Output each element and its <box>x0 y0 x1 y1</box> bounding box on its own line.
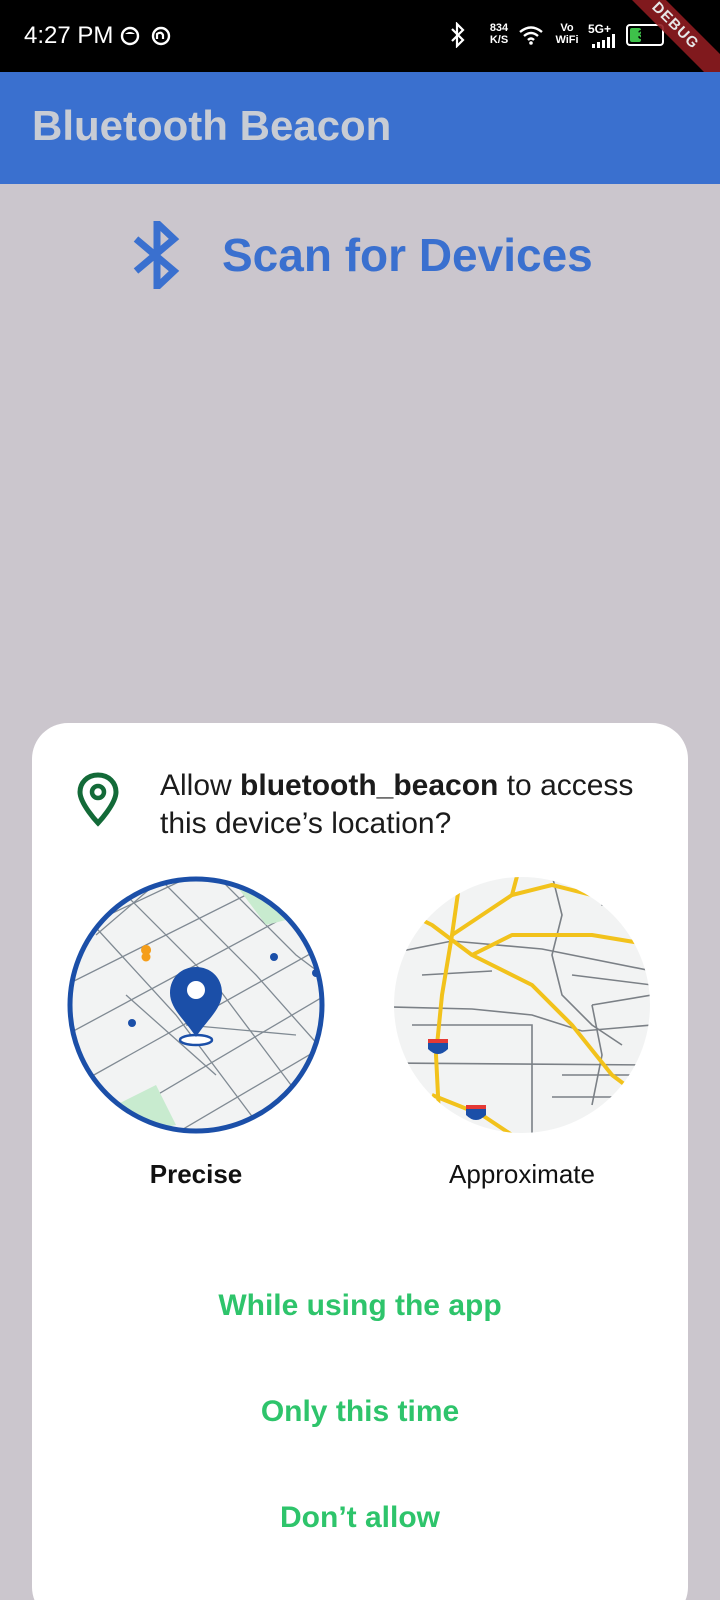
network-speed: 834 K/S <box>484 22 514 46</box>
signal-icon <box>592 34 615 48</box>
scan-for-devices-label: Scan for Devices <box>222 229 593 281</box>
dont-allow-button[interactable]: Don’t allow <box>32 1501 688 1535</box>
vowifi-wifi: WiFi <box>555 34 579 46</box>
while-using-app-button[interactable]: While using the app <box>32 1289 688 1323</box>
precise-location-map[interactable] <box>66 875 326 1135</box>
scan-for-devices-button[interactable]: Scan for Devices <box>130 220 600 290</box>
location-pin-icon <box>77 772 119 827</box>
network-speed-unit: K/S <box>489 34 509 46</box>
app-bar: Bluetooth Beacon <box>0 72 720 184</box>
status-time: 4:27 PM <box>24 22 114 49</box>
bluetooth-icon <box>133 221 180 289</box>
vowifi-vo: Vo <box>560 22 574 34</box>
app-title: Bluetooth Beacon <box>32 102 392 149</box>
only-this-time-button[interactable]: Only this time <box>32 1395 688 1429</box>
dialog-title: Allow bluetooth_beacon to access this de… <box>160 767 660 843</box>
status-bar: 4:27 PM 834 K/S Vo WiFi 5G+ 37 DEBUG <box>0 0 720 95</box>
battery-icon: 37 <box>626 24 664 46</box>
battery-level: 37 <box>637 27 653 42</box>
sync-icon <box>151 26 171 46</box>
dialog-app-name: bluetooth_beacon <box>240 769 499 802</box>
dialog-title-prefix: Allow <box>160 769 241 802</box>
network-speed-value: 834 <box>489 22 509 34</box>
vowifi-indicator: Vo WiFi <box>552 22 582 46</box>
approximate-location-map[interactable] <box>392 875 652 1135</box>
bluetooth-status-icon <box>451 22 465 48</box>
wifi-icon <box>519 26 543 45</box>
location-permission-dialog: Allow bluetooth_beacon to access this de… <box>32 723 688 1600</box>
alarm-icon <box>120 26 140 46</box>
precise-label[interactable]: Precise <box>66 1159 326 1190</box>
approximate-label[interactable]: Approximate <box>392 1159 652 1190</box>
